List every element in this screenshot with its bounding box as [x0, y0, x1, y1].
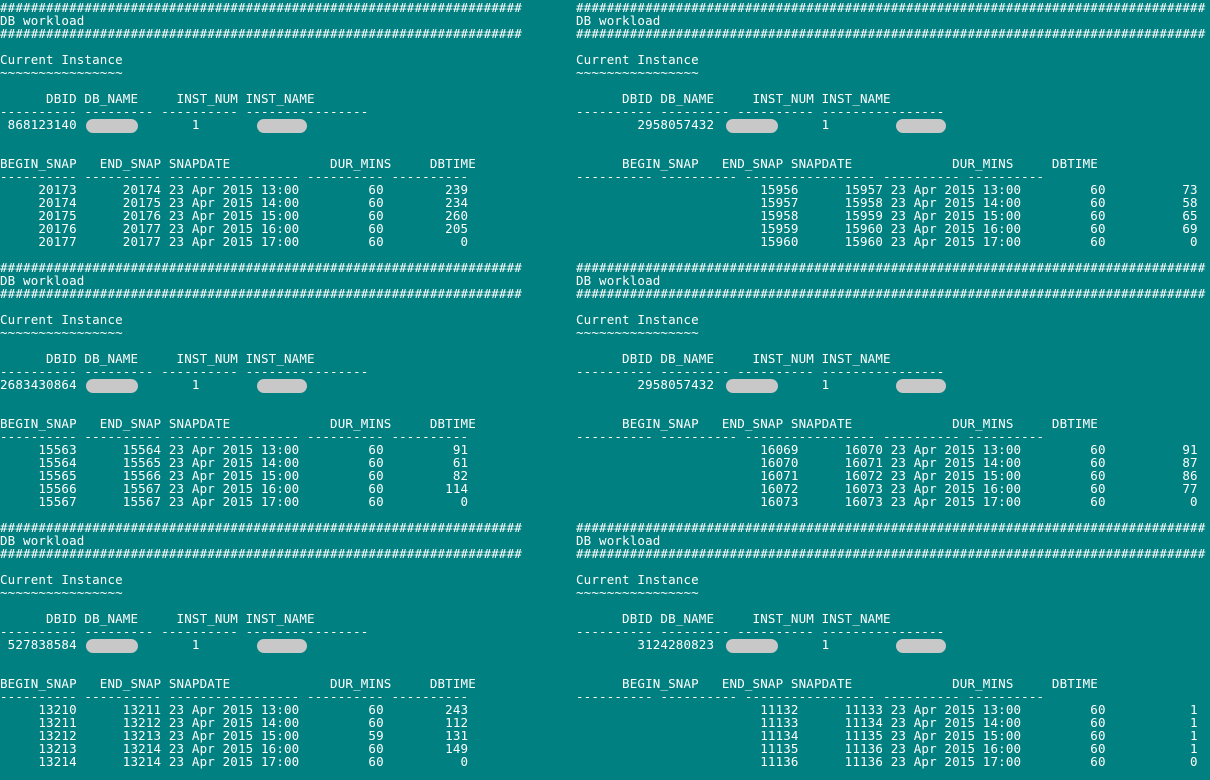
redacted-inst-name [257, 119, 307, 133]
redacted-db-name [726, 639, 778, 653]
hash-rule: ########################################… [576, 286, 1206, 301]
instance-underline: ~~~~~~~~~~~~~~~~ [576, 325, 699, 340]
redacted-db-name [86, 379, 138, 393]
workload-panel: ########################################… [0, 0, 600, 260]
hash-rule: ########################################… [576, 0, 1206, 15]
instance-underline: ~~~~~~~~~~~~~~~~ [0, 65, 123, 80]
redacted-db-name [726, 379, 778, 393]
snap-row: 15567 15567 23 Apr 2015 17:00 60 0 [0, 494, 469, 509]
instance-underline: ~~~~~~~~~~~~~~~~ [0, 325, 123, 340]
dbid-row: 2958057432 1 [576, 117, 830, 132]
redacted-inst-name [257, 379, 307, 393]
redacted-inst-name [257, 639, 307, 653]
workload-panel: ########################################… [0, 260, 600, 520]
workload-panel: ########################################… [0, 520, 600, 780]
instance-underline: ~~~~~~~~~~~~~~~~ [576, 65, 699, 80]
snap-row: 13214 13214 23 Apr 2015 17:00 60 0 [0, 754, 469, 769]
snap-row: 20177 20177 23 Apr 2015 17:00 60 0 [0, 234, 469, 249]
workload-panel: ########################################… [576, 0, 1205, 260]
hash-rule: ########################################… [576, 546, 1206, 561]
instance-underline: ~~~~~~~~~~~~~~~~ [0, 585, 123, 600]
snap-row: 15960 15960 23 Apr 2015 17:00 60 0 [576, 234, 1198, 249]
workload-panel: ########################################… [576, 260, 1205, 520]
instance-underline: ~~~~~~~~~~~~~~~~ [576, 585, 699, 600]
hash-rule: ########################################… [576, 520, 1206, 535]
hash-rule: ########################################… [576, 26, 1206, 41]
workload-panel: ########################################… [576, 520, 1205, 780]
dbid-row: 3124280823 1 [576, 637, 830, 652]
redacted-inst-name [896, 639, 946, 653]
redacted-db-name [726, 119, 778, 133]
snap-row: 16073 16073 23 Apr 2015 17:00 60 0 [576, 494, 1198, 509]
hash-rule: ########################################… [0, 286, 522, 301]
hash-rule: ########################################… [0, 26, 522, 41]
redacted-db-name [86, 639, 138, 653]
snap-row: 11136 11136 23 Apr 2015 17:00 60 0 [576, 754, 1198, 769]
redacted-inst-name [896, 379, 946, 393]
dbid-row: 2958057432 1 [576, 377, 830, 392]
hash-rule: ########################################… [576, 260, 1206, 275]
redacted-db-name [86, 119, 138, 133]
redacted-inst-name [896, 119, 946, 133]
hash-rule: ########################################… [0, 546, 522, 561]
